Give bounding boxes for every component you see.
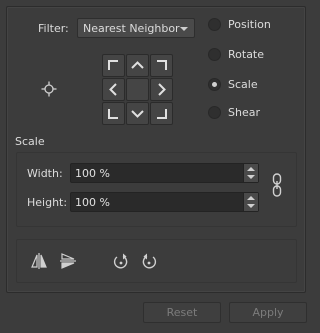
height-label: Height: <box>27 196 68 209</box>
mode-scale-label: Scale <box>228 78 258 91</box>
width-label: Width: <box>27 167 63 180</box>
filter-dropdown[interactable]: Nearest Neighbor <box>77 18 195 38</box>
apply-button[interactable]: Apply <box>229 302 307 323</box>
mode-position-label: Position <box>228 18 271 31</box>
anchor-bottom-left-button[interactable] <box>102 102 125 125</box>
chevron-down-icon <box>180 27 188 31</box>
radio-position[interactable] <box>208 18 221 31</box>
anchor-top-left-button[interactable] <box>102 54 125 77</box>
height-value: 100 % <box>75 196 110 209</box>
reset-button-label: Reset <box>166 306 198 319</box>
corner-top-right-icon <box>157 60 167 70</box>
mode-shear-label: Shear <box>228 106 260 119</box>
anchor-pad <box>102 54 174 126</box>
radio-scale[interactable] <box>208 78 221 91</box>
rotate-ccw-icon[interactable] <box>112 253 130 271</box>
flip-vertical-icon[interactable] <box>59 252 77 270</box>
chevron-left-icon <box>109 83 117 96</box>
anchor-right-button[interactable] <box>150 78 173 101</box>
width-value: 100 % <box>75 167 110 180</box>
height-spinbox[interactable]: 100 % <box>70 192 259 212</box>
filter-selected-value: Nearest Neighbor <box>83 22 180 35</box>
anchor-top-right-button[interactable] <box>150 54 173 77</box>
filter-label-text: Filter: <box>38 22 69 35</box>
anchor-left-button[interactable] <box>102 78 125 101</box>
corner-bottom-right-icon <box>157 109 167 119</box>
corner-bottom-left-icon <box>108 109 118 119</box>
reset-button[interactable]: Reset <box>143 302 221 323</box>
rotate-cw-icon[interactable] <box>140 253 158 271</box>
height-stepper[interactable] <box>243 193 258 211</box>
stepper-down-icon[interactable] <box>247 175 255 179</box>
anchor-bottom-button[interactable] <box>126 102 149 125</box>
anchor-top-button[interactable] <box>126 54 149 77</box>
flip-horizontal-icon[interactable] <box>30 252 48 270</box>
radio-rotate[interactable] <box>208 48 221 61</box>
scale-section-title: Scale <box>15 135 45 148</box>
chevron-up-icon <box>131 61 144 69</box>
mode-rotate-label: Rotate <box>228 48 265 61</box>
stepper-down-icon[interactable] <box>247 204 255 208</box>
apply-button-label: Apply <box>252 306 284 319</box>
chevron-down-icon <box>131 110 144 118</box>
width-spinbox[interactable]: 100 % <box>70 163 259 183</box>
anchor-center-button[interactable] <box>126 78 149 101</box>
stepper-up-icon[interactable] <box>247 167 255 171</box>
stepper-up-icon[interactable] <box>247 196 255 200</box>
anchor-bottom-right-button[interactable] <box>150 102 173 125</box>
chain-link-icon[interactable] <box>271 172 283 198</box>
filter-label: Filter: <box>38 22 69 35</box>
radio-shear[interactable] <box>208 106 221 119</box>
chevron-right-icon <box>158 83 166 96</box>
width-stepper[interactable] <box>243 164 258 182</box>
crosshair-icon[interactable] <box>41 81 57 97</box>
corner-top-left-icon <box>108 60 118 70</box>
